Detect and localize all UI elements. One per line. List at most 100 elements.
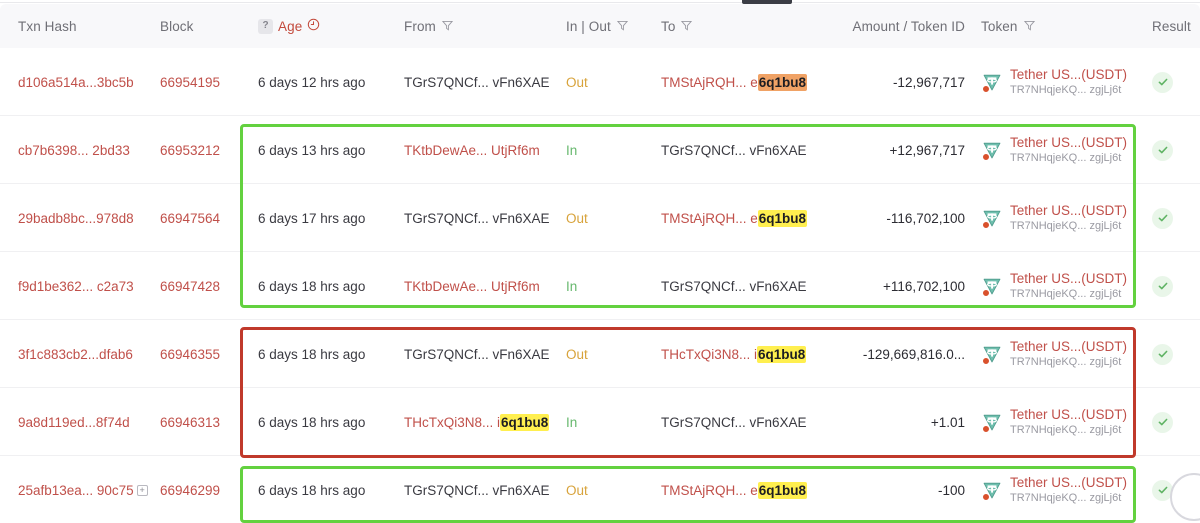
to-address[interactable]: TMStAjRQH... e bbox=[661, 483, 758, 498]
table-row[interactable]: 29badb8bc...978d8 66947564 6 days 17 hrs a… bbox=[0, 184, 1200, 252]
block-link[interactable]: 66946355 bbox=[160, 347, 220, 362]
cell-block: 66947564 bbox=[160, 184, 250, 252]
token-contract-address[interactable]: TR7NHqjeKQ... zgjLj6t bbox=[1010, 492, 1127, 505]
to-address[interactable]: TMStAjRQH... e bbox=[661, 75, 758, 90]
amount-value: +1.01 bbox=[930, 414, 965, 430]
token-contract-address[interactable]: TR7NHqjeKQ... zgjLj6t bbox=[1010, 84, 1127, 97]
filter-icon[interactable] bbox=[616, 19, 628, 34]
cell-from: TGrS7QNCf... vFn6XAE bbox=[404, 48, 554, 116]
txn-hash-link[interactable]: cb7b6398... 2bd33 bbox=[18, 143, 130, 158]
cell-amount: -100 bbox=[830, 456, 965, 523]
token-cell[interactable]: Tether US...(USDT) TR7NHqjeKQ... zgjLj6t bbox=[981, 339, 1127, 369]
column-header-to[interactable]: To bbox=[661, 4, 831, 48]
age-text: 6 days 18 hrs ago bbox=[258, 346, 366, 362]
token-contract-address[interactable]: TR7NHqjeKQ... zgjLj6t bbox=[1010, 288, 1127, 301]
token-badge-dot bbox=[982, 493, 990, 501]
table-row[interactable]: 3f1c883cb2...dfab6 66946355 6 days 18 hrs … bbox=[0, 320, 1200, 388]
column-header-in_out[interactable]: In | Out bbox=[566, 4, 646, 48]
in-out-badge: Out bbox=[566, 74, 588, 90]
token-name[interactable]: Tether US...(USDT) bbox=[1010, 407, 1127, 423]
from-address[interactable]: TKtbDewAe... UtjRf6m bbox=[404, 143, 540, 158]
column-header-label: From bbox=[404, 18, 436, 34]
token-cell[interactable]: Tether US...(USDT) TR7NHqjeKQ... zgjLj6t bbox=[981, 475, 1127, 505]
tether-token-icon bbox=[981, 411, 1003, 433]
token-transfers-page: Txn Hash Block? Age From In | Out To Amount / … bbox=[0, 0, 1200, 523]
block-link[interactable]: 66954195 bbox=[160, 75, 220, 90]
txn-hash-link[interactable]: 9a8d119ed...8f74d bbox=[18, 415, 130, 430]
to-address: TGrS7QNCf... vFn6XAE bbox=[661, 278, 807, 294]
column-header-token[interactable]: Token bbox=[981, 4, 1141, 48]
token-contract-address[interactable]: TR7NHqjeKQ... zgjLj6t bbox=[1010, 424, 1127, 437]
column-header-block: Block bbox=[160, 4, 250, 48]
to-address[interactable]: TMStAjRQH... e bbox=[661, 211, 758, 226]
token-name[interactable]: Tether US...(USDT) bbox=[1010, 135, 1127, 151]
cell-txn-hash[interactable]: 3f1c883cb2...dfab6 bbox=[18, 320, 158, 388]
txn-hash-link[interactable]: f9d1be362... c2a73 bbox=[18, 279, 134, 294]
cell-block: 66947428 bbox=[160, 252, 250, 320]
tether-token-icon bbox=[981, 343, 1003, 365]
to-address-highlight: 6q1bu8 bbox=[757, 209, 808, 227]
from-address[interactable]: TKtbDewAe... UtjRf6m bbox=[404, 279, 540, 294]
table-row[interactable]: cb7b6398... 2bd33 66953212 6 days 13 hrs a… bbox=[0, 116, 1200, 184]
column-header-label: Age bbox=[278, 18, 303, 34]
column-header-age[interactable]: ? Age bbox=[258, 4, 398, 48]
cell-txn-hash[interactable]: 9a8d119ed...8f74d bbox=[18, 388, 158, 456]
cell-to: TGrS7QNCf... vFn6XAE bbox=[661, 116, 831, 184]
token-badge-dot bbox=[982, 357, 990, 365]
cell-age: 6 days 18 hrs ago bbox=[258, 252, 398, 320]
token-name[interactable]: Tether US...(USDT) bbox=[1010, 339, 1127, 355]
txn-hash-link[interactable]: 29badb8bc...978d8 bbox=[18, 211, 134, 226]
filter-icon[interactable] bbox=[681, 19, 693, 34]
table-row[interactable]: d106a514a...3bc5b 66954195 6 days 12 hrs a… bbox=[0, 48, 1200, 116]
cell-token: Tether US...(USDT) TR7NHqjeKQ... zgjLj6t bbox=[981, 184, 1141, 252]
status-success-icon bbox=[1152, 411, 1173, 433]
table-row[interactable]: 25afb13ea... 90c75 +66946299 6 days 18 hrs… bbox=[0, 456, 1200, 523]
table-row[interactable]: f9d1be362... c2a73 66947428 6 days 18 hrs … bbox=[0, 252, 1200, 320]
cell-txn-hash[interactable]: d106a514a...3bc5b bbox=[18, 48, 158, 116]
from-address[interactable]: THcTxQi3N8... i bbox=[404, 415, 500, 430]
cell-in-out: In bbox=[566, 252, 646, 320]
block-link[interactable]: 66946299 bbox=[160, 483, 220, 498]
to-address[interactable]: THcTxQi3N8... i bbox=[661, 347, 757, 362]
token-contract-address[interactable]: TR7NHqjeKQ... zgjLj6t bbox=[1010, 152, 1127, 165]
from-address: TGrS7QNCf... vFn6XAE bbox=[404, 74, 550, 90]
age-text: 6 days 17 hrs ago bbox=[258, 210, 366, 226]
amount-value: +116,702,100 bbox=[883, 278, 965, 294]
cell-txn-hash[interactable]: 29badb8bc...978d8 bbox=[18, 184, 158, 252]
token-cell[interactable]: Tether US...(USDT) TR7NHqjeKQ... zgjLj6t bbox=[981, 135, 1127, 165]
token-text: Tether US...(USDT) TR7NHqjeKQ... zgjLj6t bbox=[1010, 67, 1127, 97]
token-cell[interactable]: Tether US...(USDT) TR7NHqjeKQ... zgjLj6t bbox=[981, 271, 1127, 301]
cell-txn-hash[interactable]: cb7b6398... 2bd33 bbox=[18, 116, 158, 184]
cell-to: TMStAjRQH... e 6q1bu8 bbox=[661, 48, 831, 116]
column-header-txn_hash: Txn Hash bbox=[18, 4, 158, 48]
txn-hash-link[interactable]: d106a514a...3bc5b bbox=[18, 75, 134, 90]
clock-icon[interactable] bbox=[307, 18, 320, 34]
token-cell[interactable]: Tether US...(USDT) TR7NHqjeKQ... zgjLj6t bbox=[981, 67, 1127, 97]
cell-txn-hash[interactable]: 25afb13ea... 90c75 + bbox=[18, 456, 158, 523]
token-cell[interactable]: Tether US...(USDT) TR7NHqjeKQ... zgjLj6t bbox=[981, 203, 1127, 233]
filter-icon[interactable] bbox=[441, 19, 453, 34]
filter-icon[interactable] bbox=[1023, 19, 1035, 34]
token-name[interactable]: Tether US...(USDT) bbox=[1010, 475, 1127, 491]
block-link[interactable]: 66947564 bbox=[160, 211, 220, 226]
token-name[interactable]: Tether US...(USDT) bbox=[1010, 203, 1127, 219]
txn-hash-link[interactable]: 25afb13ea... 90c75 bbox=[18, 483, 134, 498]
token-cell[interactable]: Tether US...(USDT) TR7NHqjeKQ... zgjLj6t bbox=[981, 407, 1127, 437]
txn-hash-link[interactable]: 3f1c883cb2...dfab6 bbox=[18, 347, 133, 362]
token-text: Tether US...(USDT) TR7NHqjeKQ... zgjLj6t bbox=[1010, 135, 1127, 165]
block-link[interactable]: 66946313 bbox=[160, 415, 220, 430]
expand-icon[interactable]: + bbox=[136, 484, 148, 496]
column-header-from[interactable]: From bbox=[404, 4, 554, 48]
cell-txn-hash[interactable]: f9d1be362... c2a73 bbox=[18, 252, 158, 320]
help-badge[interactable]: ? bbox=[258, 18, 273, 34]
token-name[interactable]: Tether US...(USDT) bbox=[1010, 271, 1127, 287]
table-row[interactable]: 9a8d119ed...8f74d 66946313 6 days 18 hrs a… bbox=[0, 388, 1200, 456]
cell-age: 6 days 12 hrs ago bbox=[258, 48, 398, 116]
cell-block: 66946313 bbox=[160, 388, 250, 456]
token-text: Tether US...(USDT) TR7NHqjeKQ... zgjLj6t bbox=[1010, 475, 1127, 505]
block-link[interactable]: 66953212 bbox=[160, 143, 220, 158]
token-contract-address[interactable]: TR7NHqjeKQ... zgjLj6t bbox=[1010, 356, 1127, 369]
token-name[interactable]: Tether US...(USDT) bbox=[1010, 67, 1127, 83]
token-contract-address[interactable]: TR7NHqjeKQ... zgjLj6t bbox=[1010, 220, 1127, 233]
block-link[interactable]: 66947428 bbox=[160, 279, 220, 294]
